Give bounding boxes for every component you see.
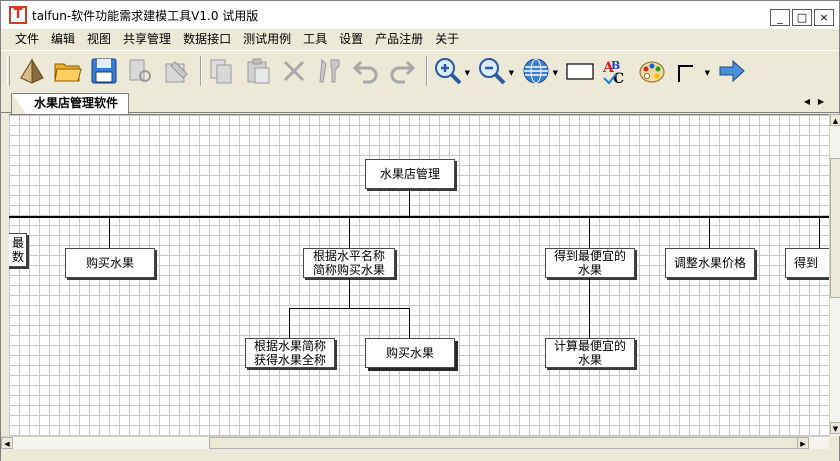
toolbar-grip[interactable] — [7, 55, 10, 86]
connector-line — [589, 278, 590, 338]
globe-icon[interactable]: ▼ — [520, 55, 558, 87]
connector-line — [289, 308, 290, 338]
menu-data-interface[interactable]: 数据接口 — [177, 29, 237, 49]
toolbar-separator — [426, 55, 428, 86]
chevron-down-icon[interactable]: ▼ — [553, 69, 558, 77]
menu-tools[interactable]: 工具 — [297, 29, 333, 49]
menu-about[interactable]: 关于 — [429, 29, 465, 49]
app-window: T talfun-软件功能需求建模工具V1.0 试用版 _ □ × 文件 编辑 … — [0, 0, 840, 461]
diagram-node-buy-fruit[interactable]: 购买水果 — [65, 248, 155, 278]
connector-line — [349, 278, 350, 308]
chevron-down-icon[interactable]: ▼ — [705, 69, 710, 77]
close-button[interactable]: × — [814, 9, 834, 26]
app-logo-icon: T — [8, 5, 28, 25]
minimize-button[interactable]: _ — [770, 9, 790, 26]
connector-line — [589, 218, 590, 248]
chevron-down-icon[interactable]: ▼ — [509, 69, 514, 77]
connector-line — [289, 308, 410, 309]
delete-disabled-icon[interactable] — [278, 55, 310, 87]
diagram-node-level1-partial[interactable]: 最 数 — [9, 233, 27, 267]
menu-share[interactable]: 共享管理 — [117, 29, 177, 49]
open-folder-icon[interactable] — [52, 55, 84, 87]
toolbar: ▼ ▼ ▼ ABC ▼ — [1, 50, 839, 90]
connector-bus — [9, 216, 829, 218]
redo-disabled-icon[interactable] — [386, 55, 418, 87]
diagram-node-calc-cheapest[interactable]: 计算最便宜的 水果 — [545, 338, 635, 368]
menu-settings[interactable]: 设置 — [333, 29, 369, 49]
scroll-up-icon[interactable]: ▲ — [830, 114, 840, 126]
window-title: talfun-软件功能需求建模工具V1.0 试用版 — [32, 8, 259, 23]
diagram-node-buy-fruit-child[interactable]: 购买水果 — [365, 338, 455, 368]
save-icon[interactable] — [88, 55, 120, 87]
menu-bar: 文件 编辑 视图 共享管理 数据接口 测试用例 工具 设置 产品注册 关于 — [1, 29, 839, 49]
connector-line — [409, 189, 410, 217]
menu-view[interactable]: 视图 — [81, 29, 117, 49]
status-bar — [1, 449, 839, 461]
connector-line — [409, 308, 410, 338]
cut-disabled-icon[interactable] — [124, 55, 156, 87]
maximize-button[interactable]: □ — [792, 9, 812, 26]
vertical-scrollbar[interactable]: ▲ ▼ — [829, 114, 840, 436]
menu-file[interactable]: 文件 — [9, 29, 45, 49]
diagram-canvas[interactable]: 水果店管理 最 数 购买水果 根据水平名称 简称购买水果 得到最便宜的 水果 调… — [9, 114, 829, 436]
diagram-node-adjust-price[interactable]: 调整水果价格 — [665, 248, 755, 278]
title-bar: T talfun-软件功能需求建模工具V1.0 试用版 _ □ × — [1, 1, 839, 29]
scroll-left-icon[interactable]: ◀ — [1, 437, 13, 449]
tab-scroll-right-icon[interactable]: ▶ — [815, 95, 827, 109]
diagram-node-root[interactable]: 水果店管理 — [365, 159, 455, 189]
paste-special-disabled-icon[interactable] — [160, 55, 192, 87]
diagram-node-buy-by-name[interactable]: 根据水平名称 简称购买水果 — [303, 248, 395, 278]
window-controls: _ □ × — [770, 9, 834, 26]
properties-disabled-icon[interactable] — [314, 55, 346, 87]
forward-arrow-icon[interactable] — [716, 55, 748, 87]
menu-registration[interactable]: 产品注册 — [369, 29, 429, 49]
toolbar-separator — [200, 55, 202, 86]
rectangle-icon[interactable] — [564, 55, 596, 87]
paste-disabled-icon[interactable] — [242, 55, 274, 87]
horizontal-scroll-thumb[interactable] — [209, 437, 809, 449]
vertical-scroll-thumb[interactable] — [830, 158, 840, 298]
connector-icon[interactable]: ▼ — [672, 55, 710, 87]
zoom-in-icon[interactable]: ▼ — [432, 55, 470, 87]
document-tab-bar: 水果店管理软件 ◀ ▶ — [1, 91, 839, 114]
svg-text:C: C — [613, 71, 624, 86]
zoom-out-icon[interactable]: ▼ — [476, 55, 514, 87]
connector-line — [709, 218, 710, 248]
scroll-down-icon[interactable]: ▼ — [830, 422, 840, 434]
connector-line — [109, 218, 110, 248]
menu-test-cases[interactable]: 测试用例 — [237, 29, 297, 49]
chevron-down-icon[interactable]: ▼ — [465, 69, 470, 77]
color-palette-icon[interactable] — [636, 55, 668, 87]
horizontal-scrollbar[interactable]: ◀ ▶ — [1, 436, 829, 449]
scroll-right-icon[interactable]: ▶ — [797, 437, 809, 449]
spell-check-icon[interactable]: ABC — [600, 55, 632, 87]
tab-fruit-shop[interactable]: 水果店管理软件 — [11, 93, 130, 114]
undo-disabled-icon[interactable] — [350, 55, 382, 87]
new-document-icon[interactable] — [16, 55, 48, 87]
diagram-node-cheapest-fruit[interactable]: 得到最便宜的 水果 — [545, 248, 635, 278]
connector-line — [349, 218, 350, 248]
diagram-node-get-full-name[interactable]: 根据水果简称 获得水果全称 — [245, 338, 335, 368]
menu-edit[interactable]: 编辑 — [45, 29, 81, 49]
diagram-node-level1-partial-right[interactable]: 得到 — [785, 248, 829, 278]
tab-scroll-left-icon[interactable]: ◀ — [801, 95, 813, 109]
copy-disabled-icon[interactable] — [206, 55, 238, 87]
connector-line — [819, 218, 820, 248]
